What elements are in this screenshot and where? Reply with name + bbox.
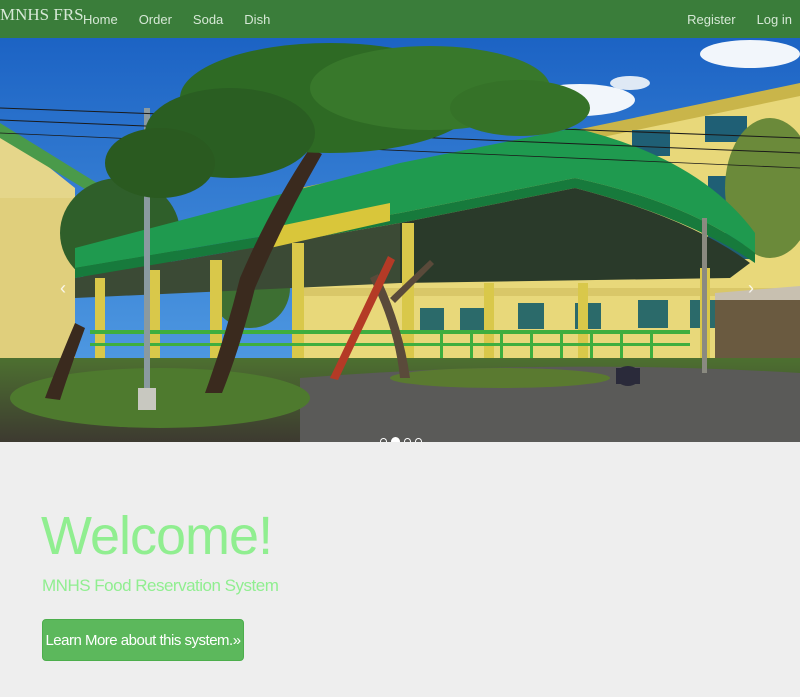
navbar-brand[interactable]: MNHS FRS: [0, 5, 84, 25]
carousel-slide-image: [0, 38, 800, 442]
welcome-title: Welcome!: [41, 506, 273, 566]
welcome-subtitle: MNHS Food Reservation System: [42, 576, 279, 595]
nav-link-register[interactable]: Register: [687, 12, 735, 27]
carousel-prev-icon[interactable]: ‹: [60, 278, 66, 299]
carousel-next-icon[interactable]: ›: [748, 278, 754, 299]
image-carousel[interactable]: ‹ ›: [0, 38, 800, 442]
learn-more-button[interactable]: Learn More about this system.»: [42, 619, 244, 661]
welcome-jumbotron: Welcome! MNHS Food Reservation System Le…: [0, 442, 800, 697]
top-navbar: MNHS FRS Home Order Soda Dish Register L…: [0, 0, 800, 38]
nav-link-home[interactable]: Home: [83, 12, 118, 27]
nav-link-order[interactable]: Order: [139, 12, 172, 27]
nav-links-left: Home Order Soda Dish: [83, 0, 291, 38]
nav-links-right: Register Log in: [666, 0, 792, 38]
nav-link-soda[interactable]: Soda: [193, 12, 223, 27]
nav-link-dish[interactable]: Dish: [244, 12, 270, 27]
nav-link-login[interactable]: Log in: [757, 12, 792, 27]
